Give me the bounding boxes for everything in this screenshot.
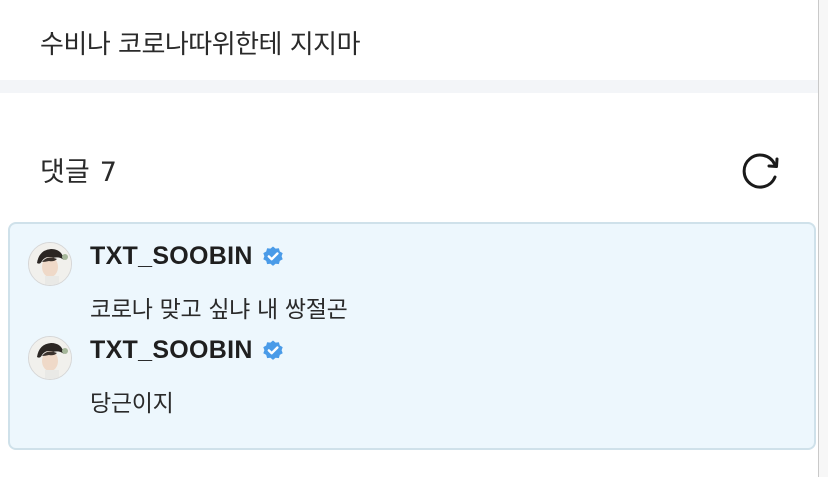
refresh-icon [742,153,779,189]
comment-text: 코로나 맞고 싶냐 내 쌍절곤 [90,297,348,323]
right-edge-strip [819,0,828,477]
verified-badge-icon [263,340,283,360]
avatar[interactable] [28,242,72,286]
comment-author: TXT_SOOBIN [90,336,285,365]
avatar-image [29,337,71,379]
username[interactable]: TXT_SOOBIN [90,336,253,365]
comment-author: TXT_SOOBIN [90,242,285,271]
username[interactable]: TXT_SOOBIN [90,242,253,271]
comments-label: 댓글 [40,157,90,188]
section-divider [0,80,818,93]
refresh-button[interactable] [738,150,782,192]
avatar[interactable] [28,336,72,380]
page: 수비나 코로나따위한테 지지마 댓글 7 TXT_SOOBIN 코로나 맞고 싶… [0,0,828,477]
comment-text: 당근이지 [90,391,174,417]
comments-count: 7 [99,157,117,188]
avatar-image [29,243,71,285]
post-text: 수비나 코로나따위한테 지지마 [40,30,361,60]
right-edge-line [818,0,819,477]
comments-header: 댓글 7 [40,150,117,189]
verified-badge-icon [263,246,283,266]
comments-box: TXT_SOOBIN 코로나 맞고 싶냐 내 쌍절곤 TXT_SOOBIN 당근… [8,222,816,450]
